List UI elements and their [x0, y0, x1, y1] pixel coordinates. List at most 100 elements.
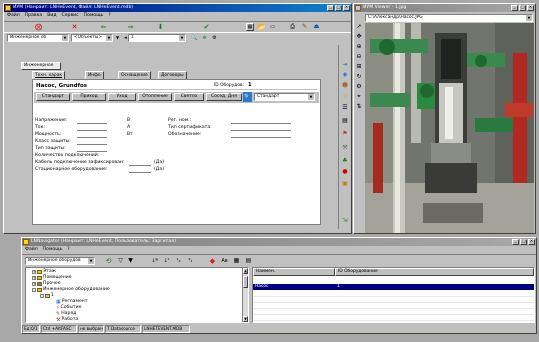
column-header-id[interactable]: ID Оборудование: [335, 268, 534, 276]
menu-view[interactable]: Вид: [47, 12, 56, 19]
neighbor-day-button[interactable]: Сосед. Дня: [206, 93, 242, 101]
arrival-button[interactable]: Приход: [72, 93, 106, 101]
standard-button[interactable]: Стандарт: [36, 93, 70, 101]
menu-edit[interactable]: Правка: [25, 12, 42, 19]
printer-icon[interactable]: ⎙: [288, 23, 297, 31]
save-icon[interactable]: ⬇: [156, 23, 165, 31]
viewer-path-field[interactable]: C:\Александр\Насос.JPG ▼: [365, 14, 533, 22]
field-protection-class-input[interactable]: [77, 139, 107, 145]
sort-asc-icon[interactable]: ↓ª: [150, 257, 159, 265]
tree-item-work[interactable]: ⚒ Работа: [56, 317, 78, 322]
grid-view-icon[interactable]: ▦: [232, 257, 241, 265]
chevron-down-icon[interactable]: ▼: [308, 94, 314, 100]
field-protection-type-input[interactable]: [77, 146, 107, 152]
check-icon[interactable]: ✔: [202, 23, 211, 31]
close-button[interactable]: ×: [528, 239, 535, 245]
rotate-icon[interactable]: ↻: [355, 73, 363, 80]
list-icon[interactable]: ☰: [341, 104, 349, 111]
book-icon[interactable]: ▣: [341, 180, 349, 187]
navigator-titlebar[interactable]: LNNavigator (Нанраит: LNHeEvent, Пользов…: [22, 238, 536, 246]
menu-help[interactable]: Помощь: [84, 12, 104, 19]
flip-icon[interactable]: ⇅: [355, 103, 363, 110]
field-cert-type-input[interactable]: [231, 125, 291, 131]
chevron-down-icon[interactable]: ▼: [106, 35, 112, 41]
minimize-button[interactable]: _: [511, 5, 518, 11]
mode-select[interactable]: Стандарт ▼: [254, 93, 315, 101]
field-stationary-input[interactable]: [129, 167, 151, 173]
main-titlebar[interactable]: ИУМ (Нанраит: LNHeEvent, Файл: LNHeEvent…: [4, 4, 351, 12]
pointer-icon[interactable]: ➚: [355, 23, 363, 30]
card-icon[interactable]: ▤: [341, 117, 349, 124]
field-current-input[interactable]: [77, 125, 107, 131]
star-icon[interactable]: ☆: [341, 93, 349, 100]
flag-icon[interactable]: ⚑: [341, 130, 349, 137]
back-arrow-icon[interactable]: ⇐: [99, 23, 108, 31]
font-icon[interactable]: Ав: [220, 257, 229, 265]
field-voltage-input[interactable]: [77, 118, 107, 124]
zoom-out-icon[interactable]: ⊖: [355, 53, 363, 60]
maximize-button[interactable]: □: [519, 5, 526, 11]
open-folder-icon[interactable]: 📂: [257, 23, 266, 31]
chevron-down-icon[interactable]: ▼: [62, 35, 68, 41]
zoom-in-icon[interactable]: ⊕: [355, 43, 363, 50]
maximize-button[interactable]: □: [520, 239, 527, 245]
fit-icon[interactable]: ⊞: [355, 63, 363, 70]
menu-service[interactable]: Сервис: [62, 12, 79, 19]
menu-about[interactable]: ?: [108, 12, 110, 19]
departure-button[interactable]: Уход: [108, 93, 136, 101]
find-next-icon[interactable]: ⛯: [200, 34, 209, 42]
stop-icon[interactable]: ●: [341, 168, 349, 175]
leaf-icon[interactable]: ♣: [341, 157, 349, 164]
chevron-down-icon[interactable]: ▼: [179, 35, 185, 41]
heating-button[interactable]: Отопление: [138, 93, 172, 101]
forward-arrow-icon[interactable]: ⇒: [126, 23, 135, 31]
scroll-thumb[interactable]: [243, 276, 248, 288]
tools-icon[interactable]: ⚙: [210, 34, 219, 42]
field-reg-number-input[interactable]: [231, 118, 291, 124]
nav-menu-help[interactable]: Помощь: [43, 246, 63, 253]
cancel-icon[interactable]: ⨂: [34, 23, 43, 31]
gear-icon[interactable]: ⚙: [355, 83, 363, 90]
crosshair-icon[interactable]: ⌖: [355, 93, 363, 100]
minimize-button[interactable]: _: [327, 5, 334, 11]
search-icon[interactable]: 🔍: [243, 92, 252, 102]
tab-info[interactable]: Инфо: [85, 71, 104, 79]
wrench-icon[interactable]: ✎: [300, 23, 309, 31]
tab-equipment[interactable]: Оснащение: [118, 71, 151, 79]
cube-icon[interactable]: ◈: [341, 71, 349, 78]
chevron-down-icon[interactable]: ▼: [88, 258, 94, 264]
menu-file[interactable]: Файл: [7, 12, 20, 19]
tree-item-1[interactable]: -1: [40, 293, 54, 299]
sort-num-asc-icon[interactable]: ¹₉: [174, 257, 183, 265]
sort-desc-icon[interactable]: ↓ᶻ: [162, 257, 171, 265]
tab-contracts[interactable]: Договоры: [158, 71, 187, 79]
field-designation-input[interactable]: [231, 132, 291, 138]
light-button[interactable]: Светло: [174, 93, 204, 101]
filter-clear-icon[interactable]: ▼: [126, 257, 135, 265]
field-power-input[interactable]: [77, 132, 107, 138]
close-button[interactable]: ×: [343, 5, 350, 11]
chevron-down-icon[interactable]: ▼: [526, 15, 532, 21]
report-icon[interactable]: ▤: [244, 257, 253, 265]
filter-icon[interactable]: ▽: [116, 257, 125, 265]
tab-tech-spec[interactable]: Техн. харак: [32, 71, 66, 79]
tree-scrollbar[interactable]: ▲ ▼: [242, 268, 248, 322]
objects-combo[interactable]: <Объекты> ▼: [71, 34, 113, 42]
viewer-titlebar[interactable]: ИУМ Viewer - 1.jpg _ □ ×: [354, 4, 535, 12]
field-cable-fixed-input[interactable]: [129, 160, 151, 166]
collapse-icon[interactable]: -: [32, 288, 36, 292]
grid-icon[interactable]: ▦: [246, 23, 254, 31]
tools-icon[interactable]: ⚒: [341, 144, 349, 151]
collapse-icon[interactable]: -: [40, 294, 44, 298]
pin-icon[interactable]: ⇲: [341, 217, 349, 224]
nav-menu-file[interactable]: Файл: [25, 246, 38, 253]
close-button[interactable]: ×: [527, 5, 534, 11]
column-header-name[interactable]: Наимен.: [253, 268, 335, 276]
exit-icon[interactable]: ⏏: [312, 23, 321, 31]
minimize-button[interactable]: _: [512, 239, 519, 245]
scroll-up-icon[interactable]: ▲: [243, 268, 248, 274]
scroll-down-icon[interactable]: ▼: [243, 316, 248, 322]
color-icon[interactable]: ◆: [208, 257, 217, 265]
table-row[interactable]: Насос 1: [253, 284, 534, 290]
object-type-combo[interactable]: Инженерное об ▼: [7, 34, 69, 42]
